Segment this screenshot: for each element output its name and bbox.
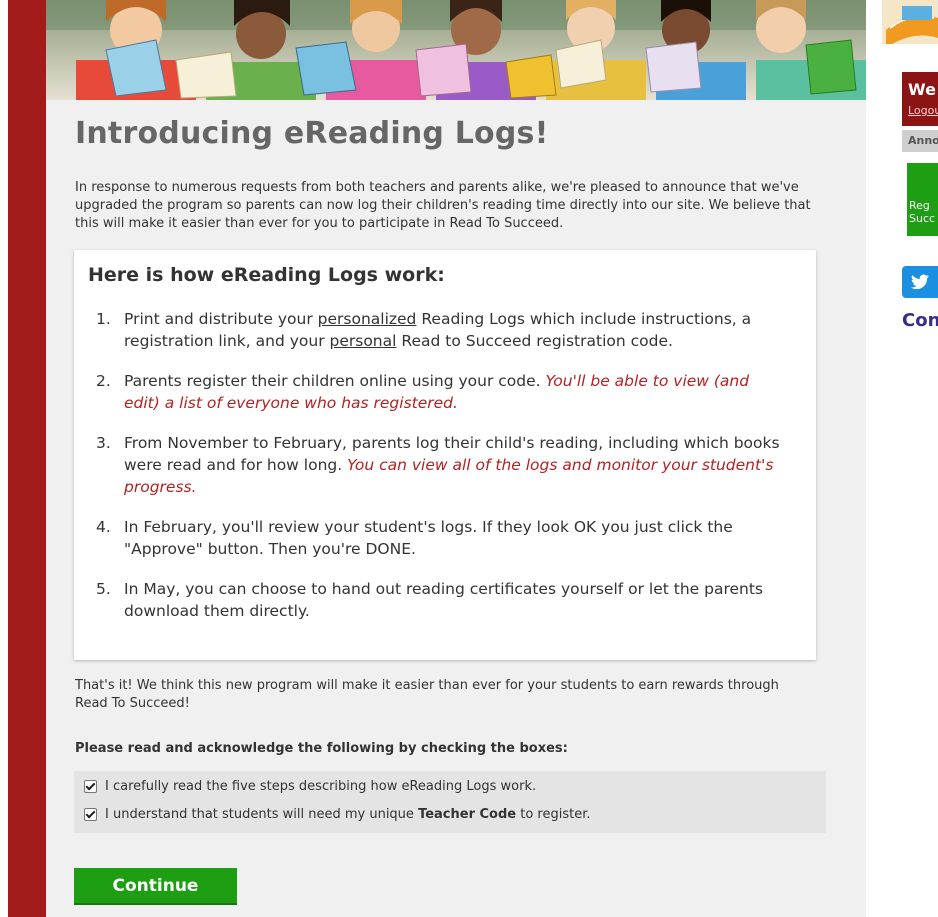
left-accent-bar	[8, 0, 46, 917]
step-text: Parents register their children online u…	[124, 372, 546, 390]
steps-card-title: Here is how eReading Logs work:	[88, 264, 445, 286]
acknowledge-heading: Please read and acknowledge the followin…	[75, 741, 568, 756]
acknowledge-item-steps[interactable]: I carefully read the five steps describi…	[84, 776, 536, 796]
sidebar-book-graphic	[882, 0, 938, 44]
welcome-title: We	[908, 80, 936, 99]
register-box-text: Reg Succ	[909, 199, 935, 225]
announcements-bar[interactable]: Anno	[902, 130, 938, 152]
checkbox-checked-icon[interactable]	[84, 807, 97, 821]
step-text: In February, you'll review your student'…	[124, 518, 733, 558]
step-item: 5. In May, you can choose to hand out re…	[96, 578, 786, 622]
continue-button[interactable]: Continue	[74, 868, 237, 905]
step-number: 3.	[96, 434, 111, 452]
banner-image	[46, 0, 866, 100]
twitter-icon	[911, 274, 929, 290]
step-text: In May, you can choose to hand out readi…	[124, 580, 764, 620]
twitter-button[interactable]	[902, 266, 938, 298]
step-number: 1.	[96, 310, 111, 328]
announcements-label: Anno	[908, 134, 938, 147]
main-content: Introducing eReading Logs! In response t…	[46, 0, 866, 917]
closing-paragraph: That's it! We think this new program wil…	[75, 678, 779, 711]
acknowledge-item-teacher-code[interactable]: I understand that students will need my …	[84, 804, 591, 824]
step-item: 1. Print and distribute your personalize…	[96, 308, 786, 352]
register-box[interactable]: Reg Succ	[907, 163, 938, 236]
intro-paragraph: In response to numerous requests from bo…	[75, 180, 811, 231]
register-box-line: Succ	[909, 212, 936, 225]
step-number: 4.	[96, 518, 111, 536]
welcome-box: We Logou	[902, 72, 938, 126]
step-item: 2. Parents register their children onlin…	[96, 370, 786, 414]
register-box-line: Reg	[909, 199, 930, 212]
step-item: 4. In February, you'll review your stude…	[96, 516, 786, 560]
acknowledge-bold-term: Teacher Code	[418, 806, 517, 822]
step-text: Read to Succeed registration code.	[396, 332, 673, 350]
step-number: 2.	[96, 372, 111, 390]
acknowledge-label: I understand that students will need my …	[105, 806, 414, 822]
step-item: 3. From November to February, parents lo…	[96, 432, 786, 498]
step-text: Print and distribute your	[124, 310, 318, 328]
steps-card: Here is how eReading Logs work: 1. Print…	[74, 250, 816, 660]
acknowledge-label: to register.	[520, 806, 591, 822]
sidebar-heading: Con	[902, 310, 938, 331]
page-title: Introducing eReading Logs!	[75, 116, 549, 151]
acknowledge-box: I carefully read the five steps describi…	[74, 771, 826, 833]
steps-list: 1. Print and distribute your personalize…	[96, 308, 786, 622]
step-underlined-text: personalized	[317, 310, 417, 328]
acknowledge-label: I carefully read the five steps describi…	[105, 778, 537, 794]
step-number: 5.	[96, 580, 111, 598]
checkbox-checked-icon[interactable]	[84, 779, 97, 793]
logout-link[interactable]: Logou	[908, 104, 938, 117]
step-underlined-text: personal	[329, 332, 397, 350]
